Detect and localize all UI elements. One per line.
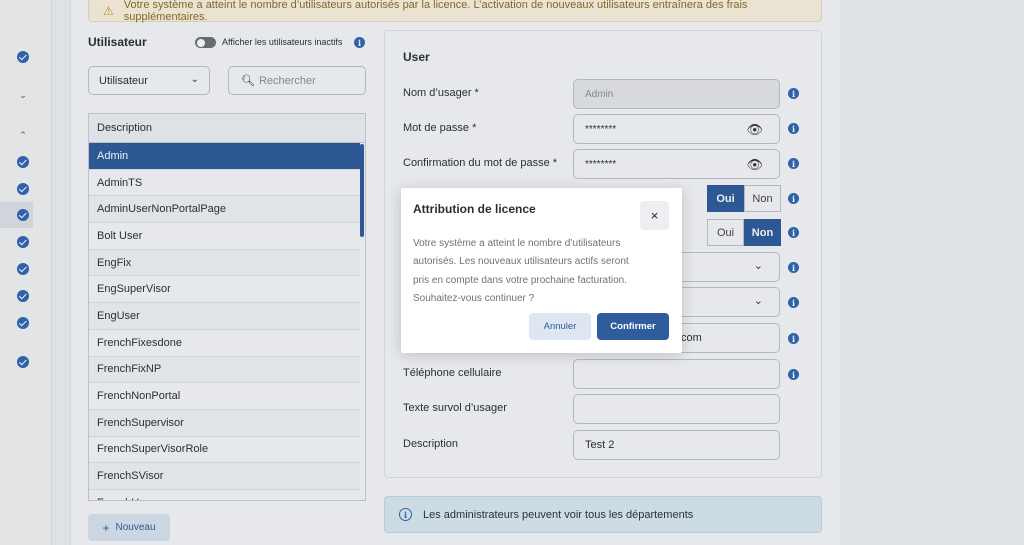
license-dialog: Attribution de licence × Votre système a… <box>401 188 682 353</box>
dialog-message: Votre système a atteint le nombre d’util… <box>413 238 629 304</box>
cancel-button[interactable]: Annuler <box>529 313 591 340</box>
confirm-button[interactable]: Confirmer <box>597 313 669 340</box>
dialog-title: Attribution de licence <box>413 202 536 216</box>
close-icon[interactable]: × <box>640 201 669 230</box>
